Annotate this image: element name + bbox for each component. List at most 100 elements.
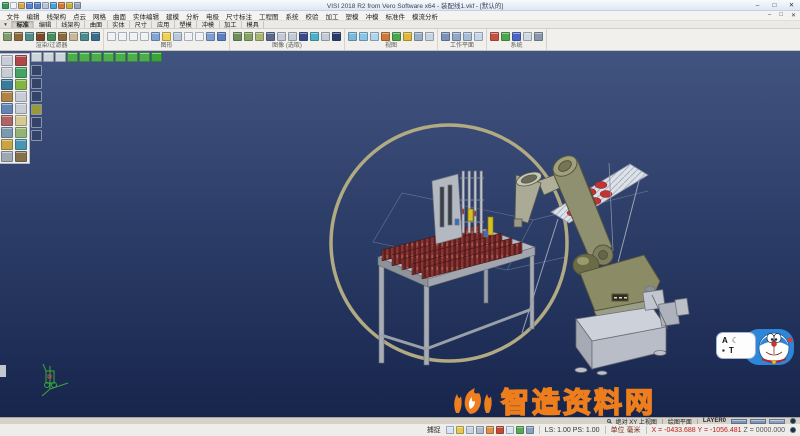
menu-item[interactable]: 实体编辑 [130, 11, 163, 21]
quick-access-icon[interactable] [26, 2, 33, 9]
menu-item[interactable]: 校验 [302, 11, 322, 21]
ribbon-tab[interactable]: 模具 [242, 21, 264, 28]
menu-item[interactable]: 建模 [163, 11, 183, 21]
left-toolbar-icon[interactable] [1, 127, 13, 138]
toolbar-icon[interactable] [512, 32, 521, 41]
left-toolbar-icon[interactable] [1, 103, 13, 114]
left-toolbar-icon[interactable] [15, 55, 27, 66]
toolbar-icon[interactable] [277, 32, 286, 41]
left-toolbar-icon[interactable] [15, 127, 27, 138]
quick-access-icon[interactable] [66, 2, 73, 9]
toolbar-icon[interactable] [348, 32, 357, 41]
toolbar-icon[interactable] [321, 32, 330, 41]
left-toolbar-icon[interactable] [1, 79, 13, 90]
menu-item[interactable]: 网格 [90, 11, 110, 21]
toolbar-icon[interactable] [195, 32, 204, 41]
toolbar-icon[interactable] [463, 32, 472, 41]
snap-toggle-icon[interactable] [476, 426, 484, 434]
ribbon-tab[interactable]: 塑模 [175, 21, 197, 28]
toolbar-icon[interactable] [425, 32, 434, 41]
left-toolbar-icon[interactable] [1, 91, 13, 102]
toolbar-icon[interactable] [173, 32, 182, 41]
toolbar-icon[interactable] [3, 32, 12, 41]
menu-item[interactable]: 点云 [70, 11, 90, 21]
menu-item[interactable]: 分析 [183, 11, 203, 21]
world-icon[interactable] [790, 427, 796, 433]
quick-access-icon[interactable] [10, 2, 17, 9]
snap-toggle-icon[interactable] [456, 426, 464, 434]
snap-toggle-icon[interactable] [466, 426, 474, 434]
toolbar-icon[interactable] [233, 32, 242, 41]
left-toolbar-icon[interactable] [1, 115, 13, 126]
ribbon-tab[interactable]: 编辑 [34, 21, 56, 28]
side-toolbar-icon[interactable] [31, 117, 42, 128]
magnifier-icon[interactable] [607, 419, 611, 423]
left-toolbar-icon[interactable] [15, 151, 27, 162]
quick-access-icon[interactable] [50, 2, 57, 9]
menu-item[interactable]: 工程图 [256, 11, 283, 21]
toolbar-icon[interactable] [266, 32, 275, 41]
floating-toolbar-icon[interactable] [55, 52, 66, 62]
toolbar-icon[interactable] [140, 32, 149, 41]
menu-item[interactable]: 曲面 [110, 11, 130, 21]
toolbar-icon[interactable] [414, 32, 423, 41]
minimize-button[interactable]: – [749, 0, 766, 10]
toolbar-icon[interactable] [217, 32, 226, 41]
toolbar-icon[interactable] [310, 32, 319, 41]
ribbon-tab[interactable]: 曲面 [85, 21, 107, 28]
layer-swatch[interactable] [731, 419, 747, 424]
floating-toolbar-icon[interactable] [67, 52, 78, 62]
left-toolbar-icon[interactable] [15, 79, 27, 90]
maximize-button[interactable]: □ [766, 0, 783, 10]
toolbar-icon[interactable] [162, 32, 171, 41]
toolbar-icon[interactable] [129, 32, 138, 41]
menu-item[interactable]: 系统 [282, 11, 302, 21]
toolbar-icon[interactable] [523, 32, 532, 41]
toolbar-icon[interactable] [47, 32, 56, 41]
quick-access-icon[interactable] [58, 2, 65, 9]
toolbar-icon[interactable] [381, 32, 390, 41]
snap-toggle-icon[interactable] [446, 426, 454, 434]
side-toolbar-icon[interactable] [31, 78, 42, 89]
toolbar-icon[interactable] [14, 32, 23, 41]
left-toolbar-icon[interactable] [15, 115, 27, 126]
snap-toggle-icon[interactable] [486, 426, 494, 434]
menu-item[interactable]: 线架构 [43, 11, 70, 21]
menu-item[interactable]: 冲模 [362, 11, 382, 21]
snap-toggle-icon[interactable] [526, 426, 534, 434]
toolbar-icon[interactable] [206, 32, 215, 41]
floating-toolbar-icon[interactable] [43, 52, 54, 62]
toolbar-icon[interactable] [118, 32, 127, 41]
toolbar-icon[interactable] [403, 32, 412, 41]
left-toolbar-icon[interactable] [15, 103, 27, 114]
toolbar-icon[interactable] [58, 32, 67, 41]
chevron-down-icon[interactable]: ▾ [0, 21, 12, 28]
toolbar-icon[interactable] [288, 32, 297, 41]
snap-toggle-icon[interactable] [496, 426, 504, 434]
left-toolbar-icon[interactable] [15, 139, 27, 150]
mdi-window-button[interactable]: ✕ [787, 12, 800, 19]
globe-icon[interactable] [790, 418, 796, 424]
floating-toolbar-icon[interactable] [115, 52, 126, 62]
toolbar-icon[interactable] [359, 32, 368, 41]
mdi-window-button[interactable]: – [764, 12, 775, 19]
menu-item[interactable]: 模流分析 [409, 11, 442, 21]
floating-toolbar-icon[interactable] [103, 52, 114, 62]
toolbar-icon[interactable] [107, 32, 116, 41]
quick-access-icon[interactable] [18, 2, 25, 9]
toolbar-icon[interactable] [299, 32, 308, 41]
quick-access-icon[interactable] [42, 2, 49, 9]
left-toolbar-icon[interactable] [15, 91, 27, 102]
toolbar-icon[interactable] [25, 32, 34, 41]
layer-swatch[interactable] [750, 419, 766, 424]
quick-access-icon[interactable] [2, 2, 9, 9]
left-toolbar-icon[interactable] [1, 151, 13, 162]
floating-toolbar-icon[interactable] [79, 52, 90, 62]
side-toolbar-icon[interactable] [31, 65, 42, 76]
toolbar-icon[interactable] [392, 32, 401, 41]
mdi-window-button[interactable]: □ [775, 12, 787, 19]
toolbar-icon[interactable] [184, 32, 193, 41]
toolbar-icon[interactable] [151, 32, 160, 41]
ribbon-tab[interactable]: 应用 [152, 21, 174, 28]
menu-item[interactable]: 电极 [203, 11, 223, 21]
